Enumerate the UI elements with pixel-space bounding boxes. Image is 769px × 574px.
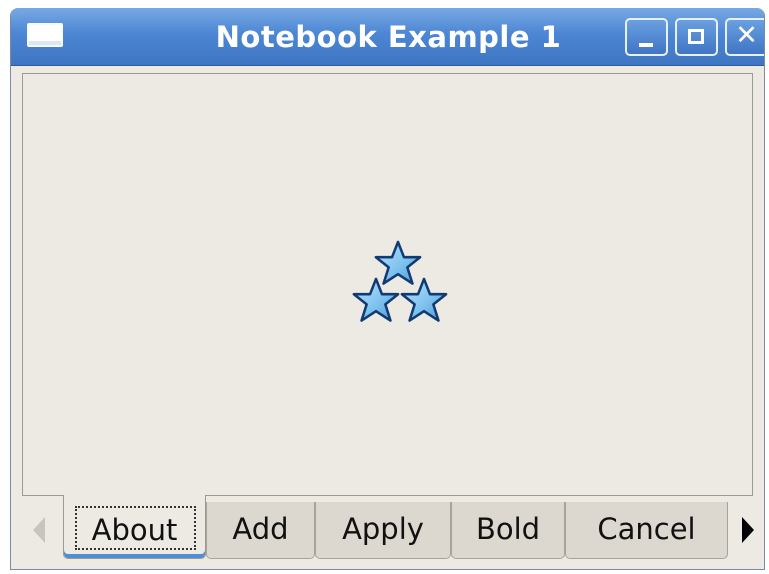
notebook-window: Notebook Example 1 ✕ About Add Apply Bol… bbox=[10, 8, 765, 570]
left-star-icon bbox=[352, 277, 400, 322]
tab-about-label: About bbox=[91, 513, 178, 547]
tab-apply-label: Apply bbox=[342, 512, 424, 546]
maximize-button[interactable] bbox=[675, 18, 718, 56]
top-star-icon bbox=[374, 240, 422, 285]
tab-bold[interactable]: Bold bbox=[451, 502, 565, 559]
tab-apply[interactable]: Apply bbox=[315, 502, 451, 559]
chevron-left-icon[interactable] bbox=[29, 515, 49, 545]
tab-cancel[interactable]: Cancel bbox=[565, 502, 728, 559]
tab-add-label: Add bbox=[232, 512, 289, 546]
notebook-tab-strip: About Add Apply Bold Cancel bbox=[11, 495, 764, 569]
right-star-icon bbox=[400, 277, 448, 322]
minimize-button[interactable] bbox=[625, 18, 668, 56]
tab-bold-label: Bold bbox=[475, 512, 541, 546]
maximize-icon bbox=[688, 29, 704, 44]
tab-about[interactable]: About bbox=[63, 495, 206, 559]
stars-icon bbox=[352, 240, 448, 322]
tab-add[interactable]: Add bbox=[206, 502, 315, 559]
tab-cancel-label: Cancel bbox=[597, 512, 696, 546]
close-button[interactable]: ✕ bbox=[725, 18, 764, 56]
notebook-page-about bbox=[22, 73, 753, 496]
minimize-icon bbox=[639, 43, 653, 47]
title-bar[interactable]: Notebook Example 1 ✕ bbox=[11, 8, 764, 66]
chevron-right-icon[interactable] bbox=[738, 515, 758, 545]
close-icon: ✕ bbox=[735, 20, 758, 51]
